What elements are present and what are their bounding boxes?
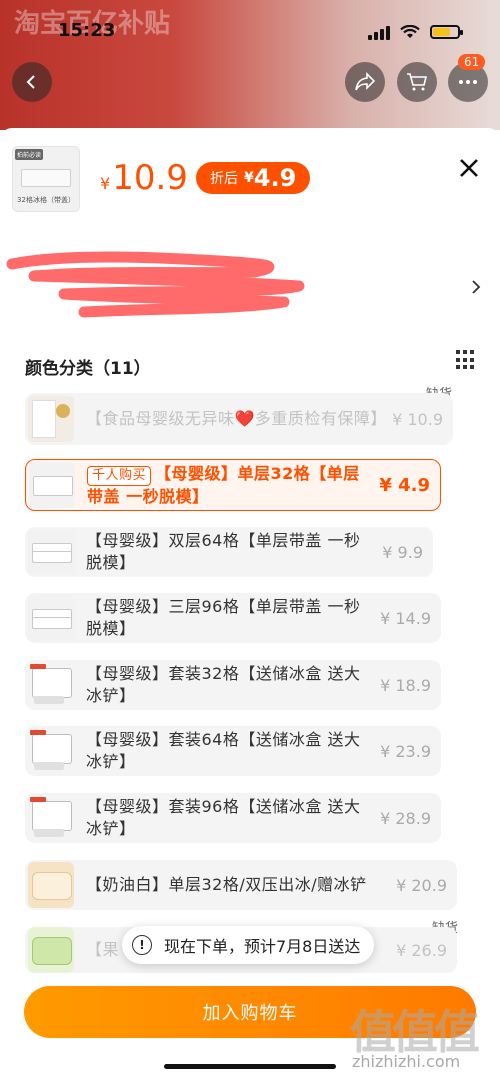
variant-image [28, 662, 74, 708]
wifi-icon [400, 25, 420, 38]
variant-label: 【奶油白】单层32格/双压出冰/赠冰铲 [86, 875, 367, 894]
discount-price-value: 4.9 [253, 164, 297, 192]
variant-option[interactable]: 【母婴级】双层64格【单层带盖 一秒脱模】 ¥ 9.9 [25, 527, 433, 577]
variant-option[interactable]: 【奶油白】单层32格/双压出冰/赠冰铲 ¥ 20.9 [25, 860, 457, 910]
variant-price: ¥ 4.9 [379, 474, 430, 496]
popular-chip: 千人购买 [87, 465, 152, 486]
variant-price: ¥ 28.9 [380, 808, 431, 828]
discount-price-badge: 折后 ¥ 4.9 [196, 162, 311, 194]
variant-image [28, 927, 74, 973]
share-button[interactable] [345, 62, 385, 102]
cart-button[interactable] [397, 62, 437, 102]
variant-price: ¥ 10.9 [392, 409, 443, 429]
variant-option[interactable]: 【母婴级】套装64格【送储冰盒 送大冰铲】 ¥ 23.9 [25, 726, 441, 776]
more-icon [459, 80, 477, 84]
variant-price: ¥ 9.9 [382, 542, 423, 562]
price-value: 10.9 [112, 158, 188, 198]
variant-price: ¥ 18.9 [380, 675, 431, 695]
delivery-toast: ! 现在下单，预计7月8日送达 [122, 926, 375, 964]
variant-label: 【母婴级】三层96格【单层带盖 一秒脱模】 [86, 597, 361, 638]
signal-icon [368, 24, 390, 40]
delivery-toast-text: 现在下单，预计7月8日送达 [164, 937, 361, 956]
home-indicator[interactable] [164, 1064, 336, 1069]
product-thumbnail[interactable]: 拍前必读 32格冰格（带盖） [12, 146, 80, 212]
redacted-address[interactable] [4, 250, 314, 320]
variant-label: 【母婴级】套装32格【送储冰盒 送大冰铲】 [86, 664, 361, 705]
variant-label: 【母婴级】套装64格【送储冰盒 送大冰铲】 [86, 730, 361, 771]
variant-label: 【母婴级】套装96格【送储冰盒 送大冰铲】 [86, 797, 361, 838]
battery-icon [430, 25, 463, 39]
variant-price: ¥ 23.9 [380, 741, 431, 761]
variant-label: 【食品母婴级无异味❤️多重质检有保障】 [86, 409, 387, 428]
status-time: 15:23 [58, 20, 116, 41]
variant-image [28, 862, 74, 908]
thumb-tag: 拍前必读 [15, 149, 44, 160]
variant-option[interactable]: 【母婴级】套装96格【送储冰盒 送大冰铲】 ¥ 28.9 [25, 793, 441, 843]
variant-price: ¥ 26.9 [396, 940, 447, 960]
cart-count-badge: 61 [458, 54, 486, 70]
variant-option[interactable]: 【母婴级】套装32格【送储冰盒 送大冰铲】 ¥ 18.9 [25, 660, 441, 710]
variant-image [28, 795, 74, 841]
back-button[interactable] [12, 62, 52, 102]
variant-option[interactable]: 【食品母婴级无异味❤️多重质检有保障】 ¥ 10.9 [25, 393, 453, 445]
close-icon[interactable] [456, 155, 482, 181]
discount-label: 折后 [210, 171, 238, 187]
info-icon: ! [132, 935, 152, 955]
variant-image [28, 529, 74, 575]
share-icon [355, 72, 376, 91]
thumb-caption: 32格冰格（带盖） [17, 196, 75, 204]
currency-symbol: ¥ [100, 174, 111, 193]
variant-image [29, 462, 75, 508]
variant-section-title: 颜色分类（11） [25, 359, 151, 379]
variant-label: 千人购买 【母婴级】单层32格【单层带盖 一秒脱模】 [87, 463, 371, 508]
variant-image [28, 396, 74, 442]
variant-image [28, 728, 74, 774]
variant-price: ¥ 14.9 [380, 608, 431, 628]
status-icons [368, 24, 463, 40]
chevron-right-icon[interactable] [470, 279, 482, 295]
variant-label: 【母婴级】双层64格【单层带盖 一秒脱模】 [86, 531, 361, 572]
variant-image [28, 595, 74, 641]
variant-price: ¥ 20.9 [396, 875, 447, 895]
variant-option[interactable]: 【母婴级】三层96格【单层带盖 一秒脱模】 ¥ 14.9 [25, 593, 441, 643]
variant-option-selected[interactable]: 千人购买 【母婴级】单层32格【单层带盖 一秒脱模】 ¥ 4.9 [25, 459, 441, 511]
watermark-url: zhizhizhi.com [352, 1052, 461, 1071]
discount-currency: ¥ [244, 170, 254, 186]
cart-icon [407, 73, 428, 91]
price: ¥ 10.9 [100, 158, 188, 198]
chevron-left-icon [26, 75, 35, 89]
grid-view-icon[interactable] [456, 350, 476, 370]
